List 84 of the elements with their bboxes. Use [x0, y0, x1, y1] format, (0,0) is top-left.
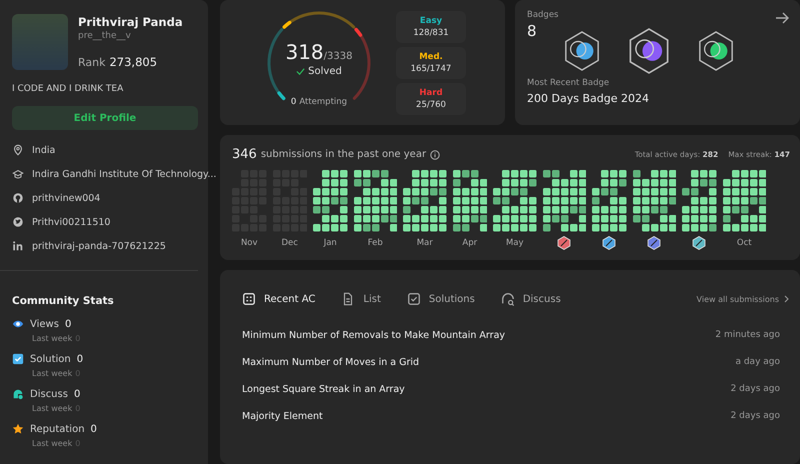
submission-time: 2 days ago	[730, 411, 780, 422]
submission-time: a day ago	[735, 357, 780, 368]
bio-text: I CODE AND I DRINK TEA	[12, 84, 124, 94]
solved-label: Solved	[308, 66, 342, 76]
month-label: Feb	[368, 236, 383, 250]
username: pre__the__v	[78, 31, 132, 41]
month-label: Jan	[324, 236, 337, 250]
stat-label: Views	[30, 318, 59, 330]
check-icon	[296, 66, 306, 76]
badges-title: Badges	[527, 10, 558, 20]
submissions-text: submissions in the past one year	[260, 149, 426, 160]
month-label: May	[506, 236, 524, 250]
tab[interactable]: List	[341, 286, 391, 312]
tab[interactable]: Discuss	[500, 286, 571, 312]
star-icon	[12, 423, 24, 435]
profile-detail[interactable]: prithvinew004	[32, 192, 100, 204]
stat-value: 0	[74, 388, 80, 400]
tab[interactable]: Recent AC	[242, 286, 326, 312]
info-icon[interactable]	[430, 150, 440, 160]
rank-value: 273,805	[109, 55, 158, 69]
section-title: Community Stats	[12, 295, 114, 307]
badge-icon[interactable]	[602, 236, 616, 250]
solved-count: 318	[285, 40, 324, 64]
problem-title[interactable]: Longest Square Streak in an Array	[242, 384, 405, 395]
stat-sub-label: Last week	[32, 334, 72, 343]
attempting-label: Attempting	[299, 96, 348, 106]
arrow-right-icon[interactable]	[774, 10, 790, 26]
badges-count: 8	[527, 22, 537, 40]
difficulty-count: 165/1747	[410, 64, 452, 74]
stat-value: 0	[76, 354, 84, 364]
stat-sub-label: Last week	[32, 404, 72, 413]
stat-value: 0	[64, 318, 72, 330]
stat-sub-label: Last week	[32, 369, 72, 378]
badge-icon[interactable]	[626, 28, 670, 74]
rank-label: Rank	[78, 56, 106, 69]
badge-icon[interactable]	[557, 236, 572, 250]
chevron-right-icon	[783, 295, 790, 303]
location-icon	[12, 144, 24, 156]
difficulty-label: Hard	[419, 88, 443, 98]
problem-title[interactable]: Minimum Number of Removals to Make Mountain Array	[242, 330, 506, 341]
attempting-count: 0	[290, 96, 296, 106]
stat-sub-label: Last week	[32, 439, 72, 448]
checklist-icon	[242, 292, 256, 306]
submission-time: 2 minutes ago	[715, 330, 780, 341]
profile-detail: Indira Gandhi Institute Of Technology...	[32, 168, 216, 180]
chat-bubble-icon	[12, 388, 24, 400]
linkedin-icon	[12, 240, 24, 252]
stat-label: Solution	[30, 354, 71, 364]
recent-badge-name: 200 Days Badge 2024	[527, 92, 649, 105]
school-icon	[12, 168, 24, 180]
recent-badge-label: Most Recent Badge	[527, 78, 610, 88]
badge-icon[interactable]	[696, 31, 734, 71]
total-count: /3338	[324, 50, 352, 62]
difficulty-count: 128/831	[413, 28, 449, 38]
difficulty-count: 25/760	[416, 100, 446, 110]
profile-detail[interactable]: prithviraj-panda-707621225	[32, 240, 166, 252]
difficulty-label: Easy	[420, 16, 442, 26]
tab[interactable]: Solutions	[406, 286, 485, 312]
badge-icon[interactable]	[562, 31, 600, 71]
view-all-link[interactable]: View all submissions	[696, 294, 790, 304]
checkbox-icon	[12, 353, 24, 365]
problem-title[interactable]: Majority Element	[242, 411, 323, 422]
eye-icon	[12, 318, 24, 330]
submission-time: 2 days ago	[730, 384, 780, 395]
profile-detail: India	[32, 144, 56, 156]
chat-search-icon	[500, 292, 515, 306]
month-label: Mar	[416, 236, 433, 250]
submission-count: 346	[232, 147, 257, 162]
badge-icon[interactable]	[647, 236, 662, 250]
month-label: Dec	[282, 236, 298, 250]
stat-label: Discuss	[30, 388, 68, 400]
problem-title[interactable]: Maximum Number of Moves in a Grid	[242, 357, 420, 368]
edit-profile-button[interactable]: Edit Profile	[12, 106, 198, 130]
stat-label: Reputation	[30, 424, 85, 434]
user-name: Prithviraj Panda	[78, 15, 183, 29]
month-label: Nov	[240, 236, 258, 250]
checkbox-icon	[406, 292, 421, 306]
month-label: Apr	[462, 236, 478, 250]
badge-icon[interactable]	[692, 236, 706, 250]
profile-detail[interactable]: Prithvi00211510	[32, 216, 110, 228]
stat-value: 0	[90, 424, 97, 434]
profile-photo-placeholder	[12, 14, 68, 70]
difficulty-label: Med.	[419, 52, 443, 62]
month-label: Oct	[736, 236, 752, 250]
